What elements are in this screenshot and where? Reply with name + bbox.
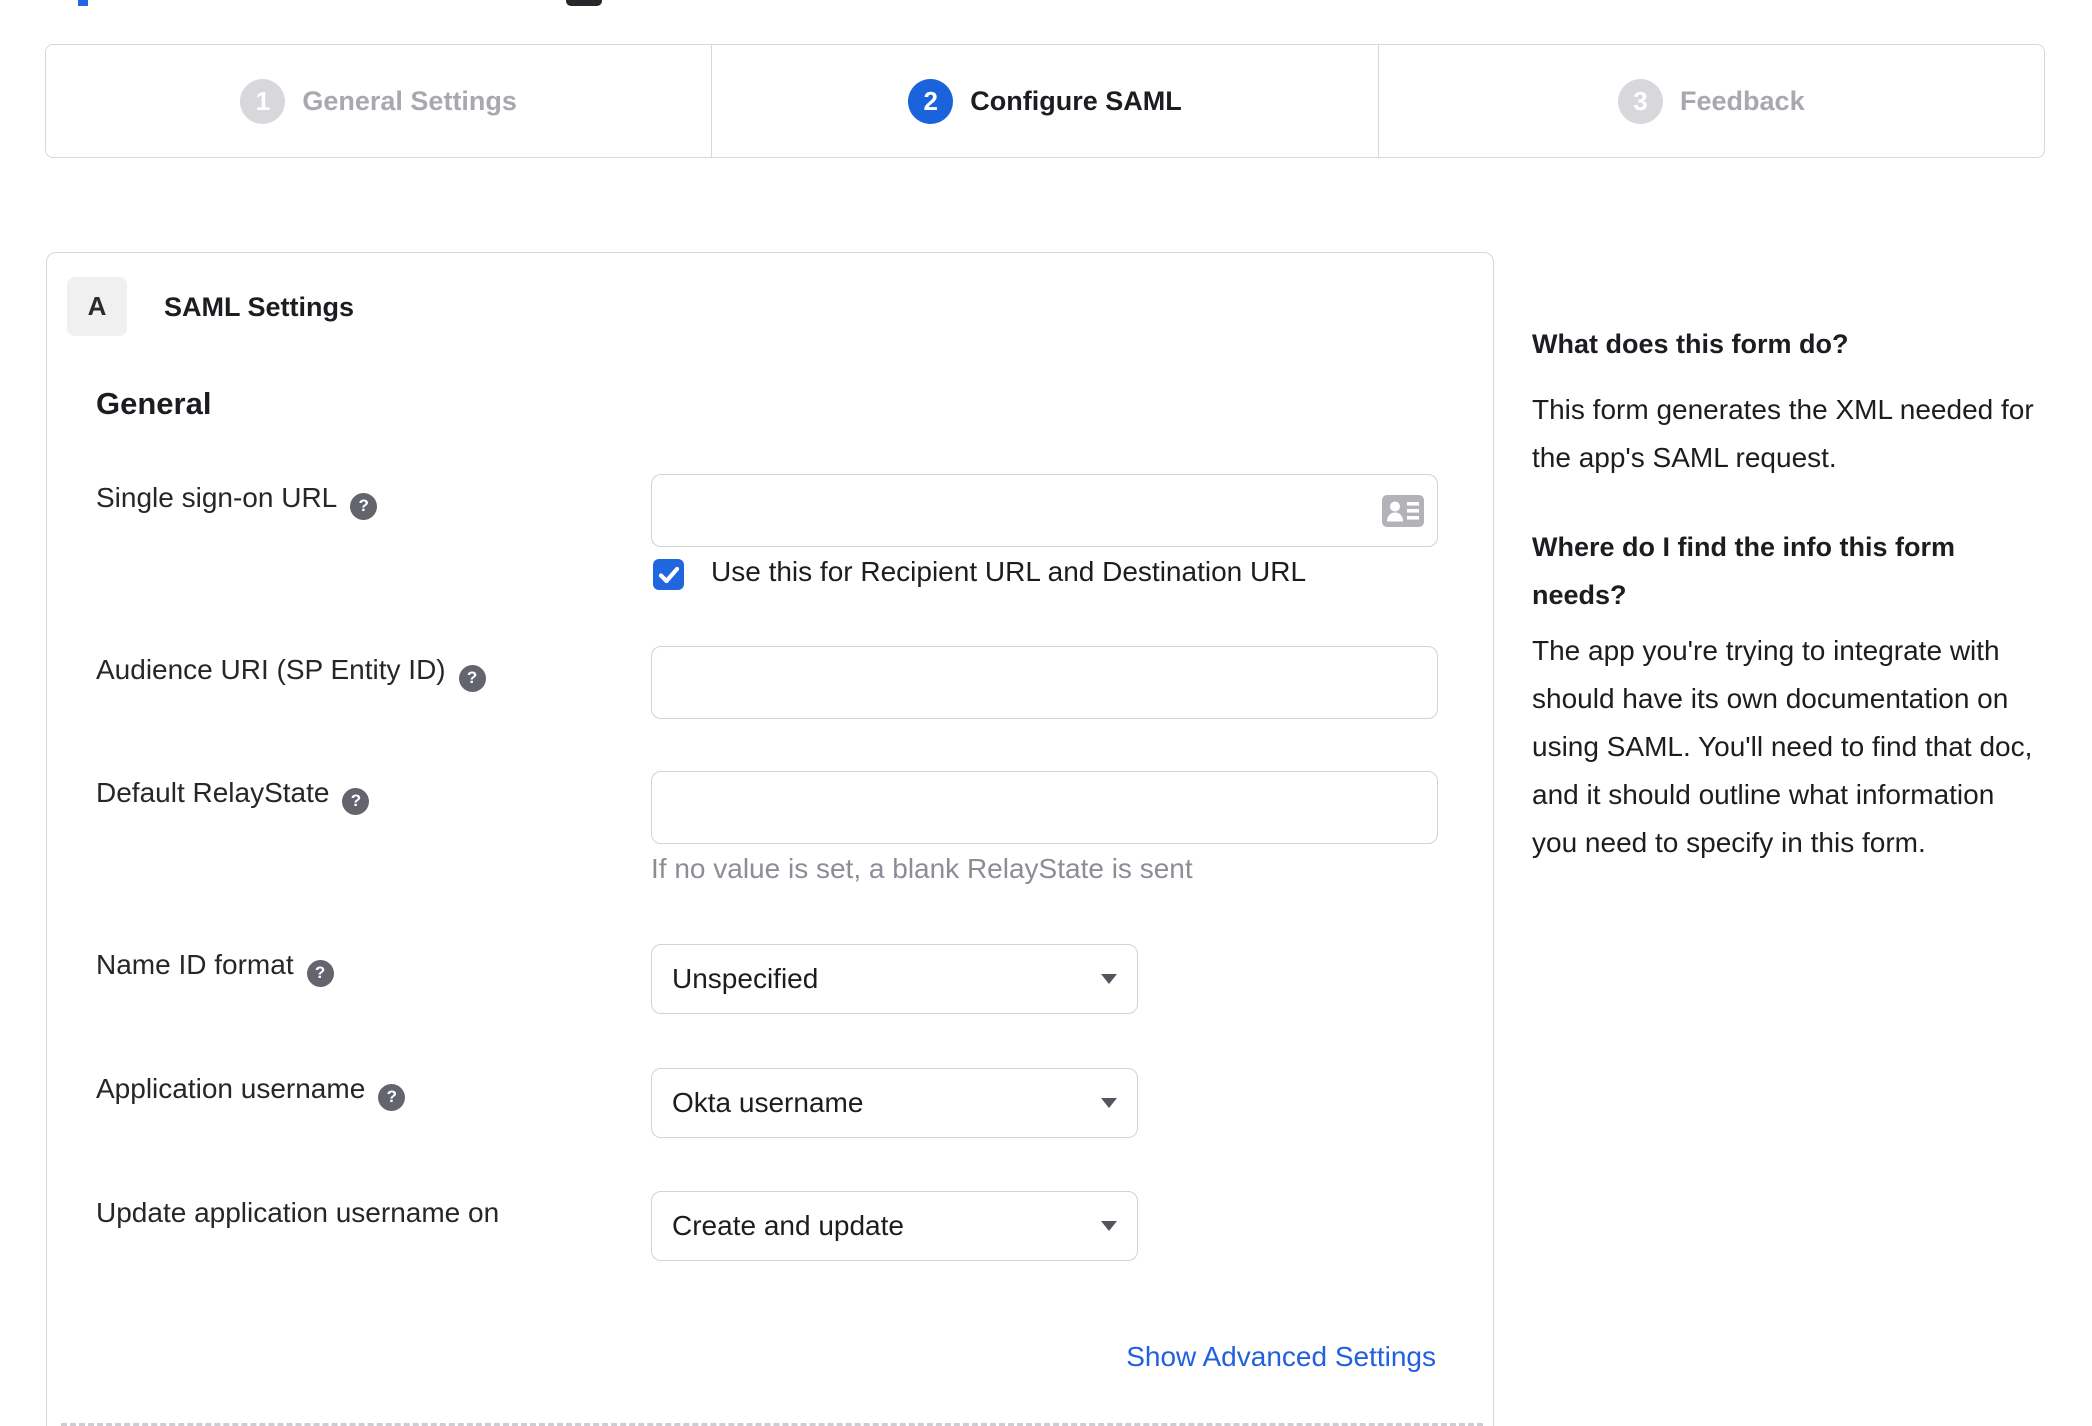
update-username-value: Create and update (672, 1210, 904, 1241)
audience-uri-label: Audience URI (SP Entity ID)? (96, 654, 486, 692)
step-feedback[interactable]: 3 Feedback (1377, 45, 2044, 157)
application-username-label: Application username? (96, 1073, 406, 1111)
sidebar-paragraph-where: The app you're trying to integrate with … (1532, 635, 2033, 858)
application-username-value: Okta username (672, 1087, 864, 1118)
relay-state-helper-text: If no value is set, a blank RelayState i… (651, 853, 1193, 884)
contact-card-icon[interactable] (1382, 494, 1424, 527)
show-advanced-settings-link[interactable]: Show Advanced Settings (1126, 1341, 1436, 1373)
panel-title: SAML Settings (164, 292, 355, 322)
clipped-dark-element (566, 0, 602, 6)
help-icon[interactable]: ? (342, 787, 370, 815)
sso-url-input[interactable] (651, 474, 1438, 547)
recipient-url-checkbox[interactable] (653, 559, 684, 590)
relay-state-input-wrap (651, 771, 1438, 844)
saml-settings-panel: A SAML Settings General Single sign-on U… (46, 252, 1494, 1426)
step-3-circle: 3 (1618, 78, 1664, 124)
help-icon[interactable]: ? (378, 1083, 406, 1111)
help-icon[interactable]: ? (350, 492, 378, 520)
step-1-circle: 1 (240, 78, 286, 124)
section-badge: A (67, 277, 127, 336)
name-id-format-value: Unspecified (672, 963, 819, 994)
caret-down-icon (1101, 1221, 1117, 1231)
configure-saml-page: 1 General Settings 2 Configure SAML 3 Fe… (0, 0, 2092, 1426)
step-2-circle: 2 (908, 78, 954, 124)
step-3-label: Feedback (1680, 85, 1805, 116)
audience-uri-input-wrap (651, 646, 1438, 719)
group-title-general: General (96, 386, 212, 421)
sidebar-heading-what: What does this form do? (1532, 329, 1849, 359)
sso-url-label: Single sign-on URL? (96, 482, 378, 520)
application-username-select[interactable]: Okta username (651, 1068, 1138, 1138)
sidebar-paragraph-what: This form generates the XML needed for t… (1532, 394, 2034, 473)
step-configure-saml[interactable]: 2 Configure SAML (711, 45, 1377, 157)
help-icon[interactable]: ? (306, 959, 334, 987)
clipped-blue-element (78, 0, 88, 6)
step-general-settings[interactable]: 1 General Settings (46, 45, 711, 157)
checkmark-icon (658, 566, 679, 583)
recipient-url-checkbox-label[interactable]: Use this for Recipient URL and Destinati… (711, 556, 1306, 588)
relay-state-input[interactable] (651, 771, 1438, 844)
step-2-label: Configure SAML (970, 85, 1182, 116)
update-username-label: Update application username on (96, 1197, 500, 1228)
caret-down-icon (1101, 974, 1117, 984)
sidebar-heading-where: Where do I find the info this form needs… (1532, 532, 1955, 610)
help-icon[interactable]: ? (458, 664, 486, 692)
audience-uri-input[interactable] (651, 646, 1438, 719)
caret-down-icon (1101, 1098, 1117, 1108)
name-id-format-label: Name ID format? (96, 949, 334, 987)
relay-state-label: Default RelayState? (96, 777, 370, 815)
help-sidebar: What does this form do? This form genera… (1532, 320, 2044, 867)
sso-url-input-wrap (651, 474, 1438, 547)
wizard-stepper: 1 General Settings 2 Configure SAML 3 Fe… (45, 44, 2045, 158)
step-1-label: General Settings (302, 85, 517, 116)
update-username-select[interactable]: Create and update (651, 1191, 1138, 1261)
name-id-format-select[interactable]: Unspecified (651, 944, 1138, 1014)
